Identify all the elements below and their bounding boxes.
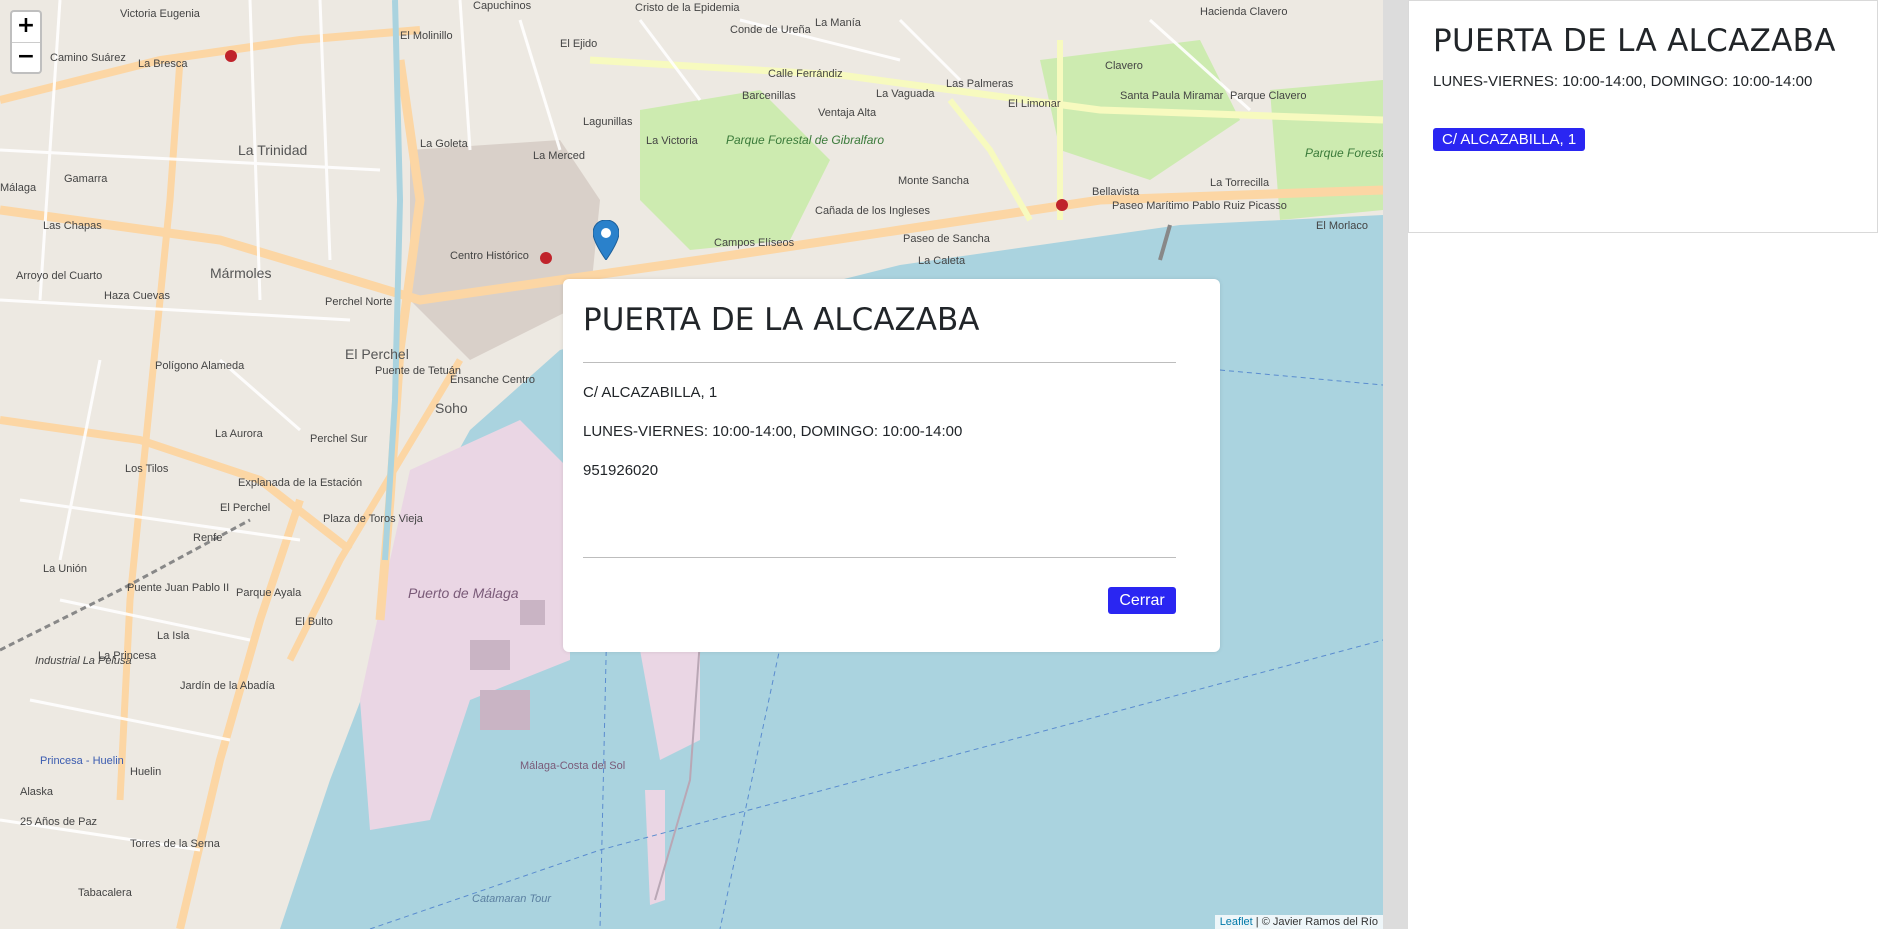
panel-title: PUERTA DE LA ALCAZABA (1433, 23, 1836, 59)
modal-address: C/ ALCAZABILLA, 1 (583, 384, 718, 401)
map-label: Tabacalera (78, 887, 132, 899)
map-label: La Aurora (215, 428, 263, 440)
map-label: Puerto de Málaga (408, 585, 519, 601)
map-label: Arroyo del Cuarto (16, 270, 103, 282)
map-label: El Morlaco (1316, 220, 1368, 232)
map-label: Puente de Tetuán (375, 365, 462, 377)
map-label: Las Palmeras (946, 78, 1014, 90)
modal-title: PUERTA DE LA ALCAZABA (583, 302, 980, 338)
close-button[interactable]: Cerrar (1108, 587, 1176, 614)
map-label: Industrial La Pelusa (35, 655, 132, 667)
map-label: Alaska (20, 786, 54, 798)
map-label: Los Tilos (125, 463, 169, 475)
map-label: Catamaran Tour (472, 893, 552, 905)
map-label: Calle Ferrándiz (768, 68, 843, 80)
map-label: Ensanche Centro (450, 374, 535, 386)
modal-hours: LUNES-VIERNES: 10:00-14:00, DOMINGO: 10:… (583, 423, 963, 440)
map-attribution: Leaflet | © Javier Ramos del Río (1214, 915, 1383, 929)
map-label: La Unión (43, 563, 88, 575)
map-label: Barcenillas (742, 90, 796, 102)
map-label: Cristo de la Epidemia (635, 2, 740, 14)
map-label: Parque Clavero (1230, 90, 1307, 102)
map-label: La Bresca (138, 58, 188, 70)
modal-divider (583, 557, 1176, 558)
scrollbar[interactable] (1383, 0, 1408, 929)
map-label: 25 Años de Paz (20, 816, 98, 828)
map-label: El Bulto (295, 616, 333, 628)
map-label: Victoria Eugenia (120, 8, 200, 20)
map-label: Paseo Marítimo Pablo Ruiz Picasso (1112, 200, 1287, 212)
map-label: Ventaja Alta (818, 107, 877, 119)
place-info-panel: PUERTA DE LA ALCAZABA LUNES-VIERNES: 10:… (1408, 0, 1878, 233)
map-label: Campos Elíseos (714, 237, 795, 249)
map-label: La Vaguada (876, 88, 935, 100)
map-view[interactable]: Victoria Eugenia Capuchinos Cristo de la… (0, 0, 1383, 929)
map-label: Renfe (193, 532, 223, 544)
zoom-control: + − (10, 10, 42, 74)
map-label: Lagunillas (583, 116, 633, 128)
map-label: Haza Cuevas (104, 290, 171, 302)
map-label: Cañada de los Ingleses (815, 205, 930, 217)
map-label: Soho (435, 400, 468, 416)
map-label: Clavero (1105, 60, 1143, 72)
map-label: Parque Ayala (236, 587, 302, 599)
map-label: Perchel Sur (310, 433, 368, 445)
place-detail-modal: PUERTA DE LA ALCAZABA C/ ALCAZABILLA, 1 … (563, 279, 1220, 652)
leaflet-link[interactable]: Leaflet (1220, 916, 1253, 928)
map-label: Centro Histórico (450, 250, 529, 262)
map-label: Torres de la Serna (130, 838, 220, 850)
map-label: El Molinillo (400, 30, 453, 42)
map-label: Princesa - Huelin (40, 755, 124, 767)
map-label: La Trinidad (238, 142, 308, 158)
modal-phone: 951926020 (583, 462, 659, 479)
map-label: Plaza de Toros Vieja (323, 513, 423, 525)
map-label: El Limonar (1008, 98, 1061, 110)
map-label: Bellavista (1092, 186, 1140, 198)
attribution-text: | © Javier Ramos del Río (1252, 916, 1378, 928)
map-label: Gamarra (64, 173, 108, 185)
map-label: Monte Sancha (898, 175, 969, 187)
map-label: Parque Forestal de El Morlaco (1305, 146, 1383, 160)
map-label: Málaga (0, 182, 37, 194)
map-label: Las Chapas (43, 220, 102, 232)
map-label: Perchel Norte (325, 296, 393, 308)
zoom-in-button[interactable]: + (12, 12, 40, 42)
location-marker-icon[interactable] (592, 219, 620, 264)
map-label: Huelin (130, 766, 162, 778)
map-label: Polígono Alameda (155, 360, 245, 372)
map-label: La Isla (157, 630, 190, 642)
map-label: Málaga-Costa del Sol (520, 760, 626, 772)
map-label: Paseo de Sancha (903, 233, 990, 245)
map-label: Camino Suárez (50, 52, 126, 64)
zoom-out-button[interactable]: − (12, 42, 40, 72)
map-label: Explanada de la Estación (238, 477, 363, 489)
map-label: Hacienda Clavero (1200, 6, 1288, 18)
map-label: Conde de Ureña (730, 24, 811, 36)
map-label: Mármoles (210, 265, 272, 281)
map-label: El Perchel (345, 346, 409, 362)
panel-hours: LUNES-VIERNES: 10:00-14:00, DOMINGO: 10:… (1433, 73, 1813, 90)
map-label: El Ejido (560, 38, 598, 50)
map-label: Jardín de la Abadía (180, 680, 275, 692)
address-badge[interactable]: C/ ALCAZABILLA, 1 (1433, 128, 1586, 151)
map-label: Santa Paula Miramar (1120, 90, 1224, 102)
map-label: La Caleta (918, 255, 966, 267)
map-label: El Perchel (220, 502, 271, 514)
map-label: La Torrecilla (1210, 177, 1270, 189)
map-label: La Victoria (646, 135, 698, 147)
map-label: La Merced (533, 150, 585, 162)
modal-divider (583, 362, 1176, 363)
map-label: Capuchinos (473, 0, 532, 12)
map-label: Puente Juan Pablo II (127, 582, 230, 594)
map-label: La Goleta (420, 138, 468, 150)
map-label: La Manía (815, 17, 861, 29)
map-label: Parque Forestal de Gibralfaro (726, 133, 885, 147)
